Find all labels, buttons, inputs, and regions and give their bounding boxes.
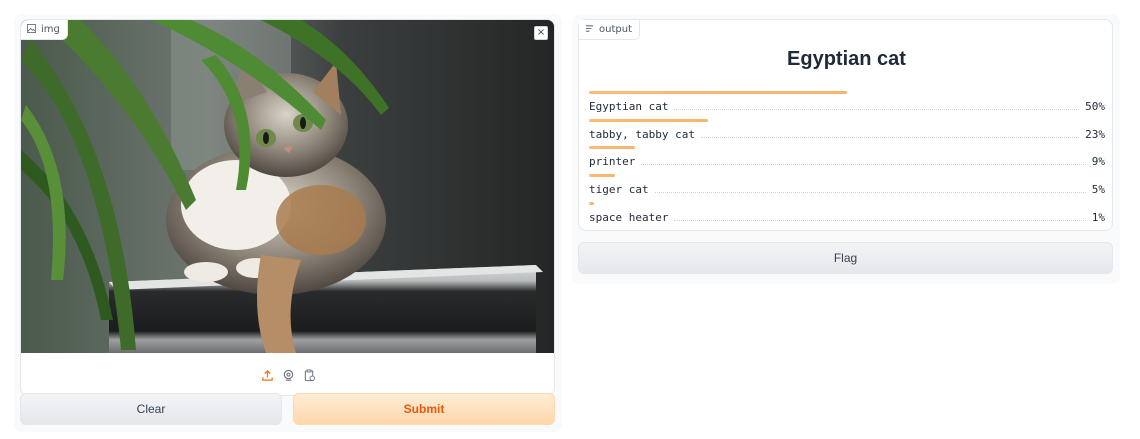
uploaded-image (21, 20, 554, 353)
submit-button[interactable]: Submit (293, 393, 555, 425)
confidence-label: space heater (589, 210, 669, 224)
label-output: output Egyptian cat Egyptian cat 50% tabby… (578, 19, 1113, 231)
output-label-text: output (599, 24, 632, 35)
confidence-value: 50% (1085, 100, 1105, 113)
dotted-leader (654, 192, 1086, 194)
webcam-icon[interactable] (282, 368, 296, 382)
dotted-leader (641, 164, 1086, 166)
output-block-label: output (579, 20, 640, 40)
app-root: img × Clear Submit output Egyptian cat E… (0, 0, 1140, 439)
dotted-leader (700, 136, 1080, 138)
confidence-label: Egyptian cat (589, 100, 669, 113)
chart-icon (585, 24, 594, 36)
confidence-value: 1% (1091, 210, 1105, 224)
flag-button[interactable]: Flag (578, 242, 1113, 274)
input-block-label: img (21, 20, 68, 40)
output-panel: output Egyptian cat Egyptian cat 50% tabby… (572, 14, 1120, 284)
confidence-row: Egyptian cat 50% (589, 90, 1105, 118)
cat-photo (21, 20, 554, 353)
confidence-row: space heater 1% (589, 201, 1105, 229)
dotted-leader (674, 219, 1086, 221)
confidence-bar (589, 146, 635, 150)
dotted-leader (674, 109, 1080, 110)
confidence-row: tiger cat 5% (589, 173, 1105, 201)
image-icon (27, 23, 36, 36)
clear-image-button[interactable]: × (534, 26, 548, 40)
image-input[interactable]: img × (20, 19, 555, 396)
confidence-bar (589, 91, 847, 94)
confidence-bar (589, 201, 594, 205)
confidence-value: 5% (1091, 183, 1105, 197)
input-panel: img × Clear Submit (14, 14, 562, 432)
confidence-value: 9% (1091, 155, 1105, 169)
confidence-bar (589, 174, 615, 178)
source-selector (21, 353, 554, 395)
clear-button[interactable]: Clear (20, 393, 282, 425)
confidence-label: tiger cat (589, 183, 649, 197)
confidence-label: tabby, tabby cat (589, 127, 695, 141)
confidence-bar (589, 118, 708, 122)
confidence-value: 23% (1085, 127, 1105, 141)
input-label-text: img (41, 24, 60, 35)
confidence-label: printer (589, 155, 636, 169)
top-prediction: Egyptian cat (787, 48, 906, 70)
confidence-row: tabby, tabby cat 23% (589, 118, 1105, 146)
upload-icon[interactable] (261, 368, 275, 382)
clipboard-icon[interactable] (303, 368, 317, 382)
confidence-row: printer 9% (589, 145, 1105, 173)
confidence-list: Egyptian cat 50% tabby, tabby cat 23% printe… (589, 90, 1105, 228)
